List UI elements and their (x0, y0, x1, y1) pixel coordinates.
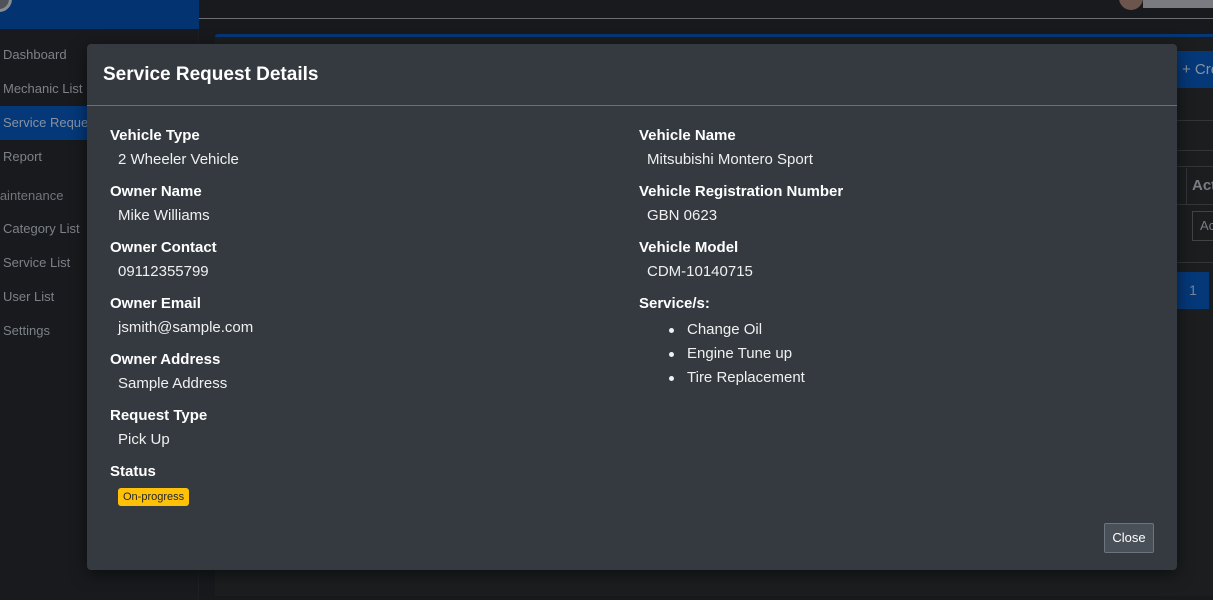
field-value: Mike Williams (118, 207, 210, 224)
service-name: Engine Tune up (687, 345, 793, 362)
list-item: Tire Replacement (667, 366, 1139, 390)
modal-header: Service Request Details (87, 44, 1177, 106)
field-owner-contact: Owner Contact 09112355799 (110, 238, 610, 294)
details-right-column: Vehicle Name Mitsubishi Montero Sport Ve… (639, 126, 1139, 390)
field-services: Service/s: Change Oil Engine Tune up Tir… (639, 294, 1139, 390)
field-label: Owner Name (110, 183, 202, 200)
field-label: Status (110, 463, 156, 480)
field-label: Owner Address (110, 351, 221, 368)
service-name: Change Oil (687, 321, 763, 338)
bullet-icon (669, 352, 674, 357)
field-status: Status On-progress (110, 462, 610, 518)
list-item: Engine Tune up (667, 342, 1139, 366)
field-label: Request Type (110, 407, 208, 424)
field-label: Vehicle Name (639, 127, 736, 144)
modal-title: Service Request Details (103, 64, 319, 85)
field-vehicle-type: Vehicle Type 2 Wheeler Vehicle (110, 126, 610, 182)
field-owner-email: Owner Email jsmith@sample.com (110, 294, 610, 350)
field-value: 2 Wheeler Vehicle (118, 151, 239, 168)
field-label: Owner Email (110, 295, 201, 312)
field-request-type: Request Type Pick Up (110, 406, 610, 462)
status-badge: On-progress (118, 488, 190, 506)
services-list: Change Oil Engine Tune up Tire Replaceme… (639, 318, 1139, 390)
field-value: 09112355799 (118, 263, 209, 280)
field-value: Sample Address (118, 375, 228, 392)
field-label: Owner Contact (110, 239, 217, 256)
modal-body: Vehicle Type 2 Wheeler Vehicle Owner Nam… (87, 106, 1177, 506)
field-label: Vehicle Registration Number (639, 183, 844, 200)
details-left-column: Vehicle Type 2 Wheeler Vehicle Owner Nam… (110, 126, 610, 518)
service-request-modal: Service Request Details Vehicle Type 2 W… (87, 44, 1177, 570)
field-value: GBN 0623 (647, 207, 718, 224)
list-item: Change Oil (667, 318, 1139, 342)
close-button[interactable]: Close (1104, 523, 1154, 553)
field-value: jsmith@sample.com (118, 319, 254, 336)
field-label: Service/s: (639, 295, 710, 312)
field-vehicle-model: Vehicle Model CDM-10140715 (639, 238, 1139, 294)
service-name: Tire Replacement (687, 369, 805, 386)
field-vehicle-registration-number: Vehicle Registration Number GBN 0623 (639, 182, 1139, 238)
field-owner-address: Owner Address Sample Address (110, 350, 610, 406)
field-owner-name: Owner Name Mike Williams (110, 182, 610, 238)
field-label: Vehicle Model (639, 239, 739, 256)
bullet-icon (669, 376, 674, 381)
field-label: Vehicle Type (110, 127, 200, 144)
field-value: Pick Up (118, 431, 170, 448)
field-value: Mitsubishi Montero Sport (647, 151, 813, 168)
field-vehicle-name: Vehicle Name Mitsubishi Montero Sport (639, 126, 1139, 182)
field-value: CDM-10140715 (647, 263, 753, 280)
bullet-icon (669, 328, 674, 333)
